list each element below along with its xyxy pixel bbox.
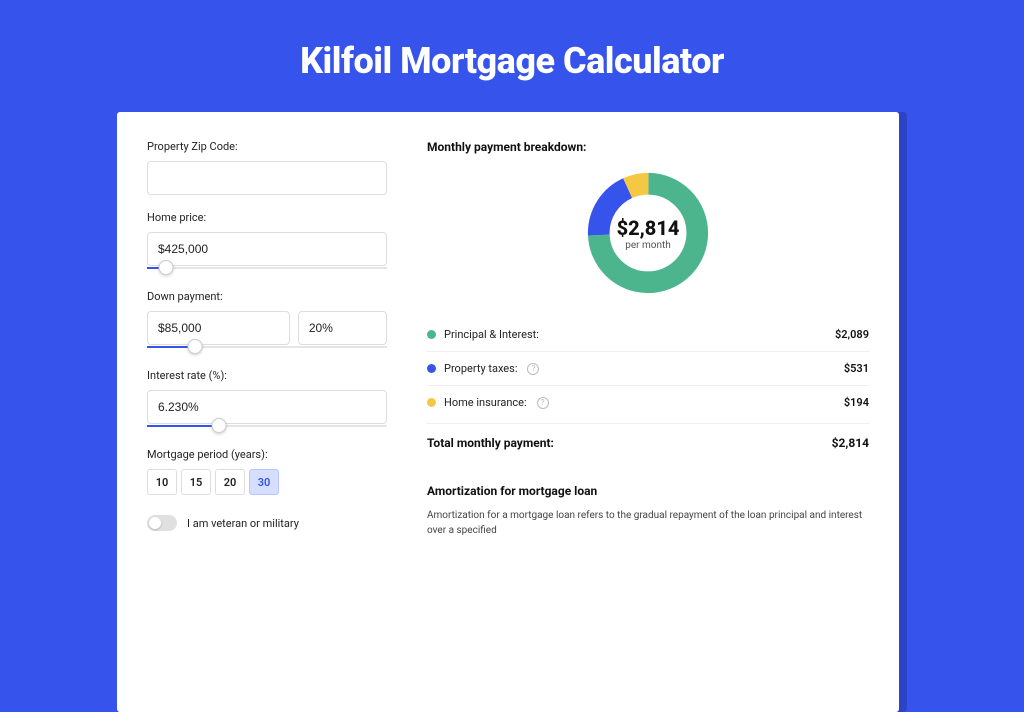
legend-left: Home insurance:? — [427, 396, 549, 409]
home-price-input[interactable] — [147, 232, 387, 266]
calculator-card: Property Zip Code: Home price: Down paym… — [117, 112, 899, 712]
home-price-field: Home price: — [147, 211, 387, 274]
total-row: Total monthly payment: $2,814 — [427, 423, 869, 458]
veteran-row: I am veteran or military — [147, 515, 387, 531]
down-payment-input[interactable] — [147, 311, 290, 345]
slider-fill — [147, 425, 219, 427]
donut-sub: per month — [625, 240, 671, 251]
donut-chart-wrap: $2,814 per month — [427, 168, 869, 298]
amortization-body: Amortization for a mortgage loan refers … — [427, 508, 869, 538]
legend-value: $2,089 — [835, 328, 869, 341]
slider-thumb[interactable] — [212, 418, 227, 433]
legend-dot-icon — [427, 330, 436, 339]
toggle-knob — [149, 517, 161, 529]
info-icon[interactable]: ? — [537, 397, 549, 409]
interest-field: Interest rate (%): — [147, 369, 387, 432]
legend: Principal & Interest: $2,089 Property taxe… — [427, 318, 869, 419]
legend-left: Principal & Interest: — [427, 328, 539, 341]
info-icon[interactable]: ? — [527, 363, 539, 375]
legend-left: Property taxes:? — [427, 362, 539, 375]
total-label: Total monthly payment: — [427, 436, 554, 450]
period-options: 10152030 — [147, 469, 387, 495]
zip-input[interactable] — [147, 161, 387, 195]
zip-field: Property Zip Code: — [147, 140, 387, 195]
legend-row: Principal & Interest: $2,089 — [427, 318, 869, 352]
interest-input[interactable] — [147, 390, 387, 424]
period-option-20[interactable]: 20 — [215, 469, 245, 495]
period-field: Mortgage period (years): 10152030 — [147, 448, 387, 495]
legend-label: Principal & Interest: — [444, 328, 539, 341]
legend-dot-icon — [427, 398, 436, 407]
breakdown-column: Monthly payment breakdown: $2,814 per mo… — [427, 140, 869, 682]
slider-thumb[interactable] — [159, 260, 174, 275]
period-option-15[interactable]: 15 — [181, 469, 211, 495]
legend-label: Home insurance: — [444, 396, 527, 409]
legend-label: Property taxes: — [444, 362, 517, 375]
home-price-slider[interactable] — [147, 264, 387, 274]
down-payment-pct-input[interactable] — [298, 311, 387, 345]
veteran-label: I am veteran or military — [187, 517, 299, 530]
period-label: Mortgage period (years): — [147, 448, 387, 461]
down-payment-field: Down payment: — [147, 290, 387, 353]
down-payment-label: Down payment: — [147, 290, 387, 303]
interest-label: Interest rate (%): — [147, 369, 387, 382]
period-option-10[interactable]: 10 — [147, 469, 177, 495]
amortization-title: Amortization for mortgage loan — [427, 484, 869, 498]
legend-dot-icon — [427, 364, 436, 373]
home-price-label: Home price: — [147, 211, 387, 224]
interest-slider[interactable] — [147, 422, 387, 432]
total-value: $2,814 — [832, 436, 869, 450]
breakdown-title: Monthly payment breakdown: — [427, 140, 869, 154]
zip-label: Property Zip Code: — [147, 140, 387, 153]
inputs-column: Property Zip Code: Home price: Down paym… — [147, 140, 387, 682]
down-payment-slider[interactable] — [147, 343, 387, 353]
donut-amount: $2,814 — [617, 216, 680, 240]
legend-value: $194 — [844, 396, 869, 409]
legend-row: Property taxes:? $531 — [427, 352, 869, 386]
period-option-30[interactable]: 30 — [249, 469, 279, 495]
veteran-toggle[interactable] — [147, 515, 177, 531]
legend-value: $531 — [844, 362, 869, 375]
donut-center: $2,814 per month — [583, 168, 713, 298]
donut-chart: $2,814 per month — [583, 168, 713, 298]
slider-thumb[interactable] — [188, 339, 203, 354]
page-title: Kilfoil Mortgage Calculator — [0, 40, 1024, 82]
legend-row: Home insurance:? $194 — [427, 386, 869, 419]
card-shadow: Property Zip Code: Home price: Down paym… — [117, 112, 907, 712]
